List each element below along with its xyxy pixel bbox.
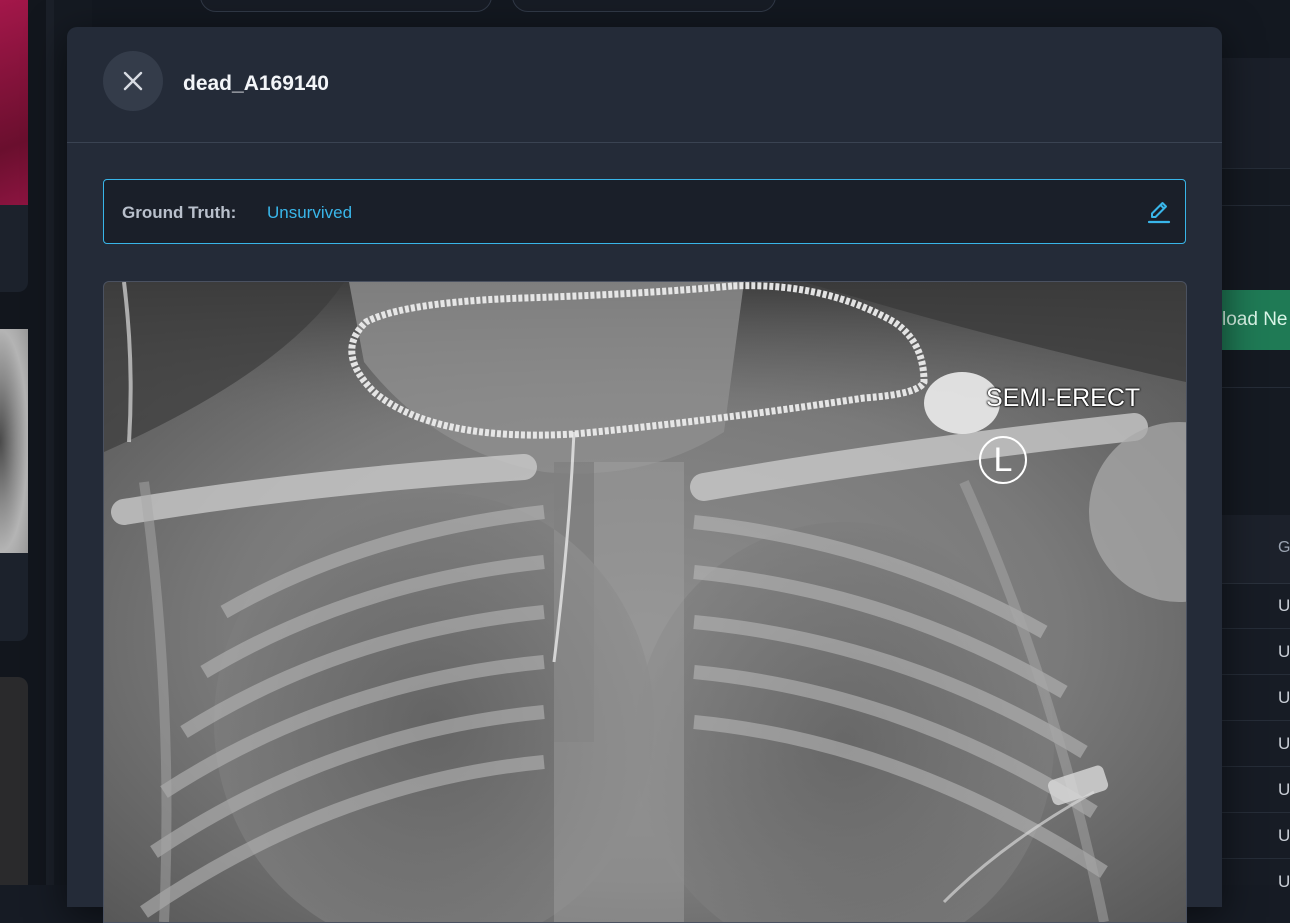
- upload-new-button[interactable]: load Ne: [1210, 290, 1290, 350]
- table-row-divider: [1222, 674, 1290, 675]
- ground-truth-value: Unsurvived: [267, 203, 353, 222]
- table-cell: U: [1278, 780, 1290, 799]
- modal-header: dead_A169140: [67, 27, 1222, 143]
- background-panel: [1222, 58, 1290, 169]
- ground-truth-bar: Ground Truth: Unsurvived: [103, 179, 1186, 244]
- xray-position-label: SEMI-ERECT: [986, 384, 1141, 412]
- table-row-divider: [1222, 628, 1290, 629]
- chest-xray-image: SEMI-ERECT L: [103, 281, 1187, 923]
- background-thumbnail: [0, 329, 28, 553]
- table-cell: U: [1278, 734, 1290, 753]
- background-divider: [1222, 205, 1290, 206]
- pencil-icon: [1145, 202, 1173, 230]
- table-row-divider: [1222, 858, 1290, 859]
- edit-ground-truth-button[interactable]: [1145, 198, 1173, 226]
- modal-title: dead_A169140: [183, 72, 329, 95]
- table-cell: U: [1278, 596, 1290, 615]
- table-row-divider: [1222, 766, 1290, 767]
- table-cell: U: [1278, 826, 1290, 845]
- table-header-cell: G: [1278, 539, 1290, 556]
- table-cell: U: [1278, 642, 1290, 661]
- close-button[interactable]: [103, 51, 163, 111]
- background-divider: [1222, 387, 1290, 388]
- table-row-divider: [1222, 812, 1290, 813]
- background-thumbnail: [0, 0, 28, 205]
- table-cell: U: [1278, 688, 1290, 707]
- background-filter-pill[interactable]: [512, 0, 776, 12]
- image-detail-modal: dead_A169140 Ground Truth: Unsurvived SE…: [67, 27, 1222, 923]
- table-row-divider: [1222, 720, 1290, 721]
- background-divider: [46, 0, 54, 885]
- background-filter-pill[interactable]: [200, 0, 492, 12]
- background-table-header: G: [1222, 515, 1290, 584]
- ground-truth-label: Ground Truth:: [122, 203, 237, 222]
- xray-side-marker: L: [979, 436, 1027, 484]
- table-cell: U: [1278, 872, 1290, 891]
- background-thumbnail: [0, 677, 28, 885]
